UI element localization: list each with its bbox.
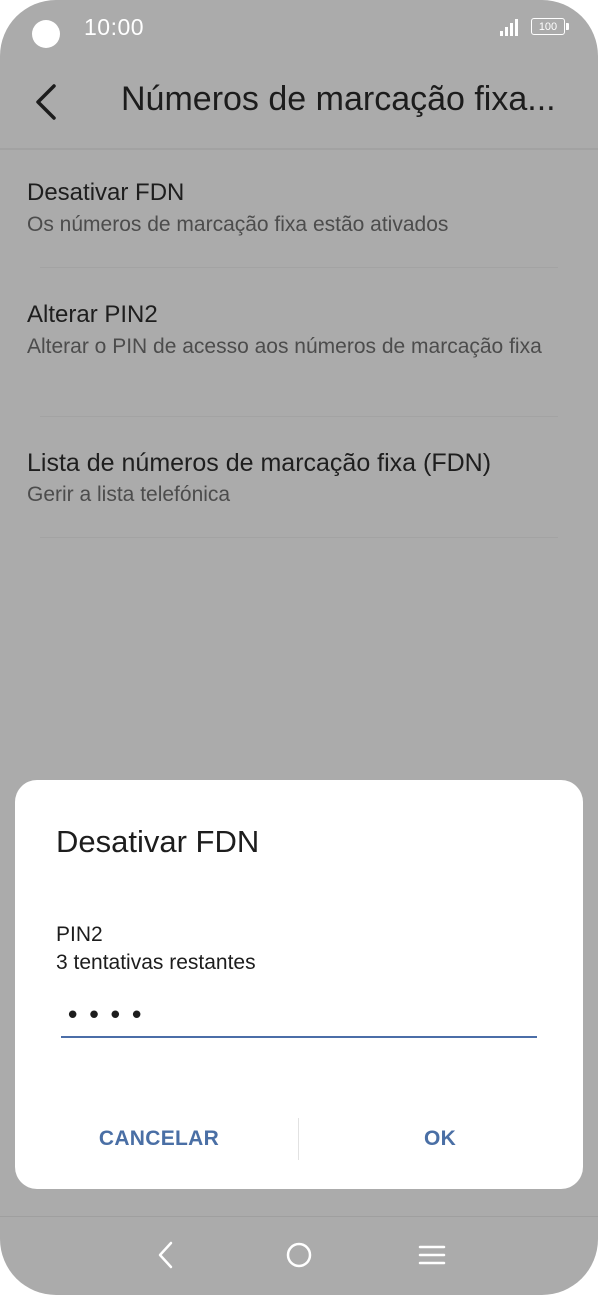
divider	[40, 416, 558, 417]
status-time: 10:00	[84, 14, 145, 40]
settings-item-title: Alterar PIN2	[27, 301, 158, 328]
chevron-left-icon	[36, 84, 56, 120]
settings-item-subtitle: Os números de marcação fixa estão ativad…	[27, 213, 449, 236]
ok-button[interactable]: OK	[335, 1116, 545, 1162]
settings-item-fdn-list[interactable]: Lista de números de marcação fixa (FDN) …	[27, 448, 567, 508]
signal-icon	[500, 18, 522, 36]
nav-home-button[interactable]	[279, 1235, 319, 1275]
app-header: Números de marcação fixa...	[0, 60, 598, 150]
back-button[interactable]	[28, 78, 68, 126]
nav-menu-button[interactable]	[412, 1235, 452, 1275]
home-icon	[286, 1242, 312, 1268]
settings-item-title: Lista de números de marcação fixa (FDN)	[27, 449, 492, 477]
nav-back-button[interactable]	[146, 1235, 186, 1275]
settings-item-disable-fdn[interactable]: Desativar FDN Os números de marcação fix…	[27, 178, 567, 238]
button-divider	[298, 1118, 299, 1160]
back-icon	[158, 1241, 173, 1269]
cancel-button[interactable]: CANCELAR	[55, 1116, 263, 1162]
page-title: Números de marcação fixa...	[121, 80, 556, 118]
pin-label: PIN2	[56, 923, 103, 946]
settings-item-change-pin2[interactable]: Alterar PIN2 Alterar o PIN de acesso aos…	[27, 300, 567, 360]
battery-icon: 100	[531, 18, 569, 35]
dialog-title: Desativar FDN	[56, 824, 260, 859]
menu-icon	[418, 1245, 446, 1265]
phone-screen: 10:00 100 Números de marcação fixa... De…	[0, 0, 598, 1295]
settings-item-title: Desativar FDN	[27, 179, 185, 206]
status-bar: 10:00 100	[0, 0, 598, 60]
settings-item-subtitle: Alterar o PIN de acesso aos números de m…	[27, 335, 542, 358]
camera-cutout	[32, 20, 60, 48]
attempts-remaining: 3 tentativas restantes	[56, 951, 256, 974]
pin2-input[interactable]	[61, 996, 537, 1038]
navigation-bar	[0, 1216, 598, 1295]
settings-item-subtitle: Gerir a lista telefónica	[27, 483, 231, 506]
divider	[40, 267, 558, 268]
disable-fdn-dialog: Desativar FDN PIN2 3 tentativas restante…	[15, 780, 583, 1189]
divider	[40, 537, 558, 538]
